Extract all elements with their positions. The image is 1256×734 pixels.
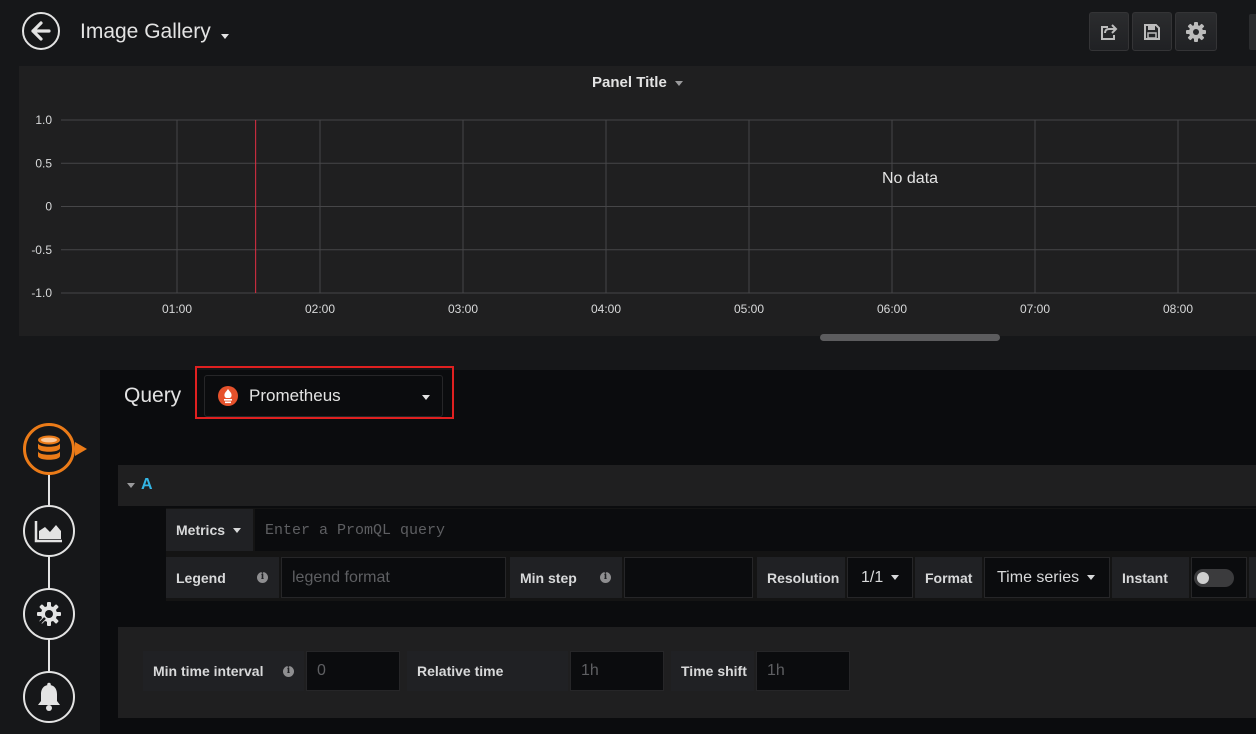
promql-query-input[interactable]: Enter a PromQL query (255, 509, 1256, 551)
min-interval-label: Min time interval (153, 663, 264, 679)
legend-label: Legend (176, 569, 226, 586)
instant-label-box: Instant (1112, 557, 1189, 598)
dashboard-title[interactable]: Image Gallery (80, 20, 211, 44)
y-tick-label: 0 (45, 200, 52, 214)
info-icon[interactable]: i (257, 572, 268, 583)
y-tick-label: -0.5 (31, 243, 52, 257)
legend-label-box: Legend i (166, 557, 279, 598)
info-icon[interactable]: i (600, 572, 611, 583)
graph-canvas: 1.0 0.5 0 -0.5 -1.0 01:00 02:00 03:00 04:00 05:00… (31, 113, 1256, 316)
min-step-input[interactable] (624, 557, 753, 598)
time-shift-input[interactable]: 1h (756, 651, 850, 691)
gear-icon (1186, 21, 1206, 42)
share-icon (1101, 23, 1118, 40)
row-actions-edge[interactable] (1249, 557, 1256, 598)
prometheus-icon (218, 386, 238, 406)
chevron-down-icon (1087, 575, 1096, 580)
relative-time-label: Relative time (417, 663, 504, 679)
min-step-label-box: Min step i (510, 557, 622, 598)
min-step-label: Min step (520, 569, 577, 586)
area-chart-icon (34, 521, 62, 543)
more-nav-button[interactable] (1249, 14, 1256, 50)
x-tick-label: 06:00 (877, 302, 907, 316)
legend-format-input[interactable]: legend format (281, 557, 506, 598)
resolution-label-box: Resolution (757, 557, 845, 598)
instant-toggle-track[interactable] (1194, 568, 1234, 587)
legend-placeholder: legend format (292, 568, 390, 586)
relative-time-label-box: Relative time (407, 651, 568, 691)
time-shift-label: Time shift (681, 663, 747, 679)
chevron-down-icon (891, 575, 900, 580)
rail-item-general[interactable] (23, 588, 75, 640)
resolution-value: 1/1 (861, 568, 884, 586)
relative-time-input[interactable]: 1h (570, 651, 664, 691)
promql-placeholder: Enter a PromQL query (265, 521, 446, 539)
query-row-header (118, 465, 1256, 506)
metrics-button[interactable]: Metrics (166, 509, 253, 551)
panel-title-text[interactable]: Panel Title (592, 74, 667, 91)
x-tick-label: 02:00 (305, 302, 335, 316)
x-tick-label: 01:00 (162, 302, 192, 316)
query-row-toggle[interactable]: A (127, 476, 153, 494)
rail-item-visualization[interactable] (23, 505, 75, 557)
horizontal-scrollbar[interactable] (820, 334, 1000, 341)
relative-time-placeholder: 1h (581, 662, 599, 679)
x-tick-label: 05:00 (734, 302, 764, 316)
rail-item-queries[interactable] (23, 422, 89, 476)
y-tick-label: -1.0 (31, 286, 52, 300)
time-shift-label-box: Time shift (671, 651, 754, 691)
x-tick-label: 03:00 (448, 302, 478, 316)
y-tick-label: 0.5 (35, 156, 52, 170)
share-button[interactable] (1089, 12, 1129, 51)
chevron-down-icon (422, 395, 430, 400)
bell-icon (38, 682, 60, 711)
info-icon[interactable]: i (283, 666, 294, 677)
chevron-down-icon[interactable] (221, 34, 229, 39)
min-interval-placeholder: 0 (317, 662, 326, 679)
query-ref-id[interactable]: A (141, 476, 153, 494)
back-button[interactable] (22, 12, 60, 50)
format-value: Time series (997, 568, 1080, 586)
x-tick-label: 04:00 (591, 302, 621, 316)
min-interval-label-box: Min time interval i (143, 651, 304, 691)
rail-item-alert[interactable] (23, 671, 75, 723)
resolution-label: Resolution (767, 569, 840, 586)
settings-tools-icon (37, 602, 61, 626)
format-label: Format (925, 569, 973, 586)
instant-label: Instant (1122, 569, 1168, 586)
x-tick-label: 07:00 (1020, 302, 1050, 316)
time-shift-placeholder: 1h (767, 662, 785, 679)
datasource-name: Prometheus (249, 386, 341, 405)
query-tab-title: Query (124, 384, 182, 407)
dashboard-settings-button[interactable] (1175, 12, 1217, 51)
panel-title[interactable]: Panel Title (19, 74, 1256, 91)
save-icon (1144, 23, 1160, 40)
x-tick-label: 08:00 (1163, 302, 1193, 316)
no-data-label: No data (882, 170, 939, 187)
format-label-box: Format (915, 557, 982, 598)
instant-toggle[interactable] (1191, 557, 1247, 598)
datasource-picker[interactable]: Prometheus (204, 375, 443, 417)
resolution-select[interactable]: 1/1 (847, 557, 913, 598)
collapse-caret-icon[interactable] (127, 482, 135, 488)
save-dashboard-button[interactable] (1132, 12, 1172, 51)
graph-panel: 1.0 0.5 0 -0.5 -1.0 01:00 02:00 03:00 04:00 05:00… (19, 66, 1256, 336)
y-tick-label: 1.0 (35, 113, 52, 127)
chevron-down-icon (233, 527, 242, 533)
panel-menu-caret-icon[interactable] (674, 80, 683, 86)
metrics-label: Metrics (176, 522, 226, 538)
arrow-left-icon (31, 21, 51, 41)
instant-toggle-knob (1197, 571, 1209, 584)
format-select[interactable]: Time series (984, 557, 1110, 598)
min-interval-input[interactable]: 0 (306, 651, 400, 691)
queries-icon (23, 423, 87, 475)
